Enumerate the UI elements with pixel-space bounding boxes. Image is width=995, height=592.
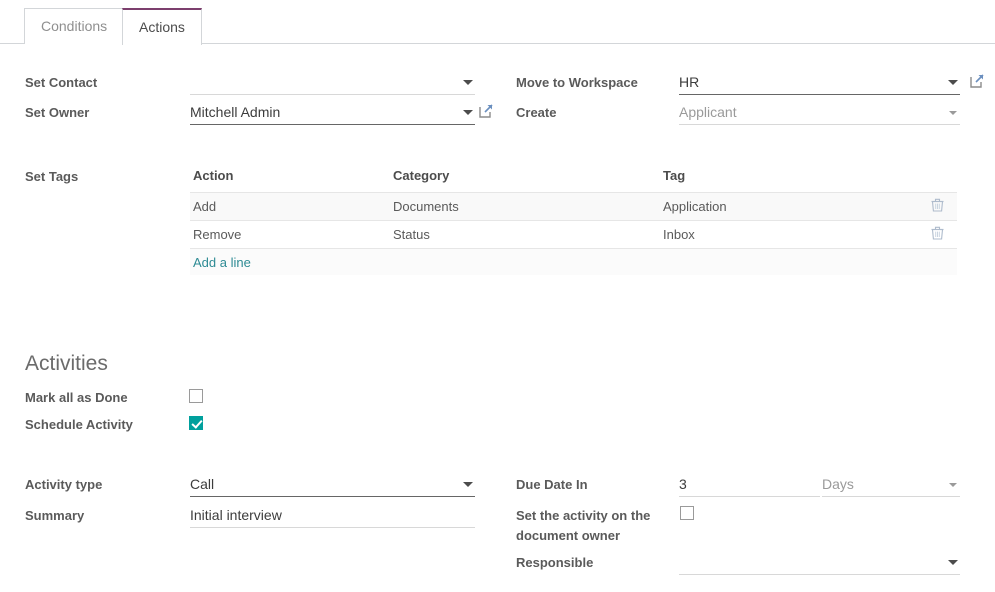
chevron-down-icon[interactable] bbox=[463, 80, 473, 85]
summary-value: Initial interview bbox=[190, 505, 282, 526]
add-a-line-link[interactable]: Add a line bbox=[190, 255, 393, 270]
cell-category: Documents bbox=[393, 199, 663, 214]
label-move-to-workspace: Move to Workspace bbox=[516, 75, 638, 90]
external-link-icon-owner[interactable] bbox=[478, 103, 494, 119]
trash-icon[interactable] bbox=[931, 226, 944, 243]
label-schedule-activity: Schedule Activity bbox=[25, 417, 133, 432]
add-a-line-row[interactable]: Add a line bbox=[190, 248, 957, 275]
section-title-activities: Activities bbox=[25, 352, 108, 376]
activity-type-value: Call bbox=[190, 474, 214, 495]
table-header-row: Action Category Tag bbox=[190, 168, 957, 192]
trash-icon[interactable] bbox=[931, 198, 944, 215]
due-date-in-value: 3 bbox=[679, 474, 687, 495]
due-date-in-input[interactable]: 3 bbox=[679, 473, 820, 497]
cell-delete[interactable] bbox=[917, 226, 957, 243]
chevron-down-icon[interactable] bbox=[463, 482, 473, 487]
label-responsible: Responsible bbox=[516, 555, 593, 570]
label-mark-all-as-done: Mark all as Done bbox=[25, 390, 128, 405]
column-header-category: Category bbox=[393, 168, 663, 183]
chevron-down-icon[interactable] bbox=[463, 110, 473, 115]
tab-actions[interactable]: Actions bbox=[122, 8, 202, 45]
column-header-action: Action bbox=[190, 168, 393, 183]
chevron-down-icon[interactable] bbox=[948, 80, 958, 85]
move-to-workspace-value: HR bbox=[679, 72, 699, 93]
set-contact-input[interactable] bbox=[190, 71, 475, 95]
set-owner-value: Mitchell Admin bbox=[190, 102, 280, 123]
cell-action: Add bbox=[190, 199, 393, 214]
table-row[interactable]: Remove Status Inbox bbox=[190, 220, 957, 248]
set-tags-table: Action Category Tag Add Documents Applic… bbox=[190, 168, 957, 275]
chevron-down-icon[interactable] bbox=[949, 483, 957, 487]
responsible-input[interactable] bbox=[679, 551, 960, 575]
activity-type-input[interactable]: Call bbox=[190, 473, 475, 497]
mark-all-as-done-checkbox[interactable] bbox=[189, 389, 203, 403]
cell-tag: Application bbox=[663, 199, 917, 214]
chevron-down-icon[interactable] bbox=[949, 111, 957, 115]
create-value: Applicant bbox=[679, 102, 737, 123]
cell-action: Remove bbox=[190, 227, 393, 242]
schedule-activity-checkbox[interactable] bbox=[189, 416, 203, 430]
summary-input[interactable]: Initial interview bbox=[190, 504, 475, 528]
label-due-date-in: Due Date In bbox=[516, 477, 588, 492]
cell-category: Status bbox=[393, 227, 663, 242]
label-create: Create bbox=[516, 105, 556, 120]
create-input[interactable]: Applicant bbox=[679, 101, 960, 125]
label-set-owner: Set Owner bbox=[25, 105, 89, 120]
external-link-icon-workspace[interactable] bbox=[969, 73, 985, 89]
tab-conditions[interactable]: Conditions bbox=[24, 8, 124, 44]
label-set-tags: Set Tags bbox=[25, 169, 78, 184]
move-to-workspace-input[interactable]: HR bbox=[679, 71, 960, 95]
tab-bar: Conditions Actions bbox=[0, 0, 995, 44]
tab-conditions-label: Conditions bbox=[41, 18, 107, 34]
set-owner-input[interactable]: Mitchell Admin bbox=[190, 101, 475, 125]
label-summary: Summary bbox=[25, 508, 84, 523]
cell-tag: Inbox bbox=[663, 227, 917, 242]
label-activity-type: Activity type bbox=[25, 477, 102, 492]
label-set-contact: Set Contact bbox=[25, 75, 97, 90]
set-activity-on-document-owner-checkbox[interactable] bbox=[680, 506, 694, 520]
column-header-tag: Tag bbox=[663, 168, 917, 183]
tab-actions-label: Actions bbox=[139, 19, 185, 35]
cell-delete[interactable] bbox=[917, 198, 957, 215]
label-set-activity-on-document-owner: Set the activity on the document owner bbox=[516, 506, 666, 546]
due-date-unit-select[interactable]: Days bbox=[822, 473, 960, 497]
table-row[interactable]: Add Documents Application bbox=[190, 192, 957, 220]
chevron-down-icon[interactable] bbox=[948, 560, 958, 565]
due-date-unit-value: Days bbox=[822, 474, 854, 495]
